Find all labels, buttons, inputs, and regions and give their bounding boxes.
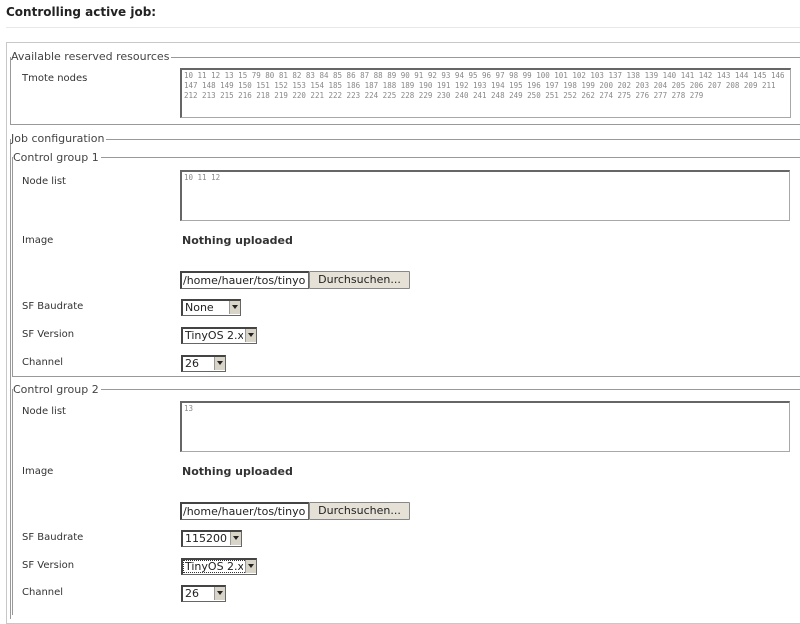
group1-channel-select[interactable]: 26 [181,355,226,372]
main-form-frame [6,42,800,624]
group2-version-label: SF Version [22,560,75,571]
group1-node-list-label: Node list [22,176,66,187]
group2-node-list-textarea[interactable]: 13 [180,401,790,452]
group2-channel-value: 26 [185,587,199,600]
resources-fieldset-bottom [10,124,800,125]
page-title: Controlling active job: [6,5,157,19]
group1-browse-button[interactable]: Durchsuchen... [309,271,410,289]
group2-channel-select[interactable]: 26 [181,585,226,602]
group1-baudrate-select[interactable]: None [181,299,241,316]
group1-baudrate-label: SF Baudrate [22,301,84,312]
group2-baudrate-label: SF Baudrate [22,532,84,543]
chevron-down-icon[interactable] [214,357,225,370]
group2-legend: Control group 2 [13,383,101,396]
title-divider [6,27,800,28]
job-config-legend: Job configuration [11,132,107,145]
group1-version-value: TinyOS 2.x [185,329,243,342]
group2-version-select[interactable]: TinyOS 2.x [181,558,257,575]
tmote-nodes-label: Tmote nodes [22,73,88,84]
group1-channel-value: 26 [185,357,199,370]
group1-baudrate-value: None [185,301,214,314]
job-fieldset-left [10,139,11,619]
group1-image-status: Nothing uploaded [182,234,293,247]
group1-fieldset-left [12,157,13,377]
group2-image-status: Nothing uploaded [182,465,293,478]
group2-fieldset-top [12,389,800,390]
group1-legend: Control group 1 [13,151,101,164]
chevron-down-icon[interactable] [230,532,241,545]
resources-legend: Available reserved resources [11,50,172,63]
group2-file-path-input[interactable]: /home/hauer/tos/tinyo [180,502,309,520]
group1-node-list-textarea[interactable]: 10 11 12 [180,170,790,221]
group2-node-list-label: Node list [22,406,66,417]
job-fieldset-top [10,139,800,140]
group1-fieldset-top [12,157,800,158]
group1-image-label: Image [22,235,54,246]
group2-version-value: TinyOS 2.x [185,560,243,573]
group2-channel-label: Channel [22,587,64,598]
group2-baudrate-value: 115200 [185,532,227,545]
group2-browse-button[interactable]: Durchsuchen... [309,502,410,520]
resources-fieldset-left [10,57,11,125]
chevron-down-icon[interactable] [229,301,240,314]
tmote-nodes-textarea[interactable]: 10 11 12 13 15 79 80 81 82 83 84 85 86 8… [180,68,791,118]
group1-channel-label: Channel [22,357,64,368]
group2-image-label: Image [22,466,54,477]
group2-baudrate-select[interactable]: 115200 [181,530,242,547]
chevron-down-icon[interactable] [245,329,256,342]
chevron-down-icon[interactable] [245,560,256,573]
group1-file-path-input[interactable]: /home/hauer/tos/tinyo [180,271,309,289]
group1-fieldset-bottom [12,376,800,377]
chevron-down-icon[interactable] [214,587,225,600]
group1-version-label: SF Version [22,329,75,340]
group1-version-select[interactable]: TinyOS 2.x [181,327,257,344]
group2-fieldset-left [12,389,13,615]
